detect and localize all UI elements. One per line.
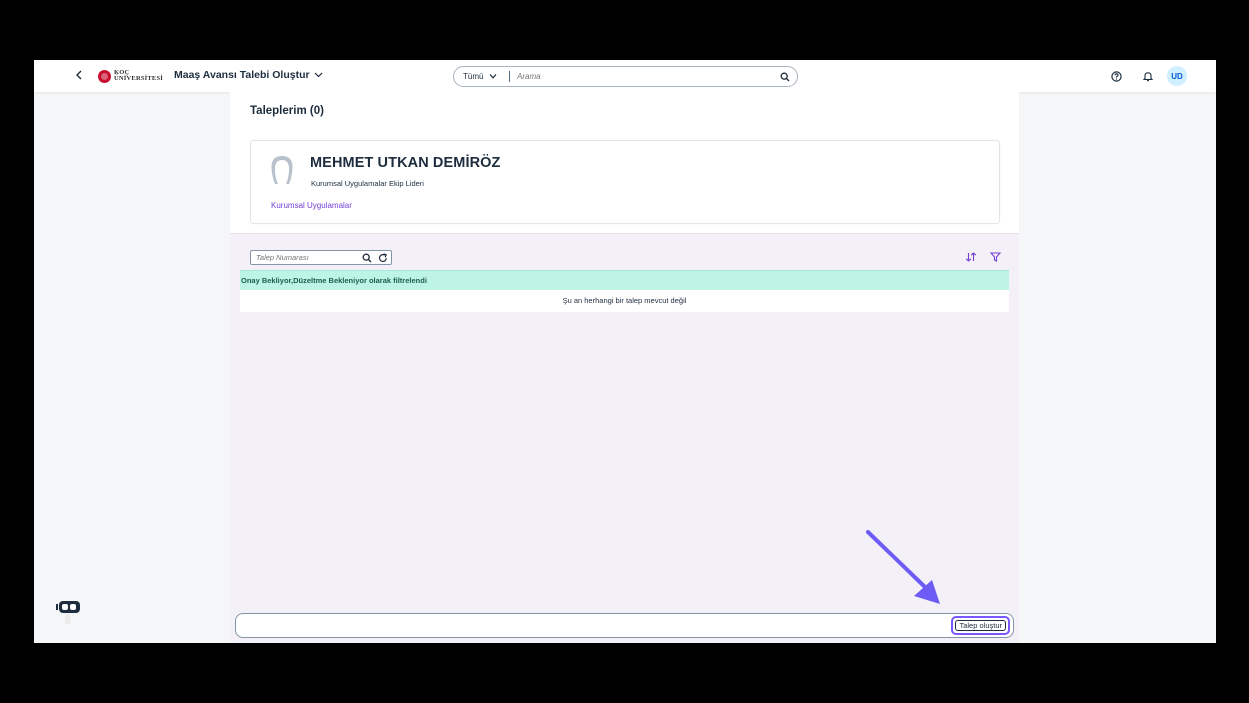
back-button[interactable] [72, 68, 86, 84]
create-request-label: Talep oluştur [955, 620, 1006, 631]
search-icon [362, 253, 372, 262]
app-title: Maaş Avansı Talebi Oluştur [174, 69, 310, 81]
page-header: Taleplerim (0) MEHMET UTKAN DEMİRÖZ Kuru… [230, 92, 1019, 234]
request-number-search [250, 250, 392, 265]
profile-card: MEHMET UTKAN DEMİRÖZ Kurumsal Uygulamala… [250, 140, 1000, 224]
empty-list-message: Şu an herhangi bir talep mevcut değil [240, 290, 1009, 312]
bell-icon [1143, 71, 1153, 81]
help-button[interactable] [1108, 68, 1124, 84]
employee-role: Kurumsal Uygulamalar Ekip Lideri [311, 179, 424, 188]
university-logo[interactable]: KOÇ ÜNİVERSİTESİ [98, 69, 163, 83]
sort-button[interactable] [964, 250, 978, 264]
logo-mark-icon [98, 69, 111, 83]
app-title-menu[interactable]: Maaş Avansı Talebi Oluştur [174, 69, 323, 81]
search-icon [780, 72, 790, 81]
filter-icon [989, 252, 1001, 262]
help-icon [1110, 70, 1122, 82]
filter-info-bar: Onay Bekliyor,Düzeltme Bekleniyor olarak… [240, 270, 1009, 290]
page-content: Taleplerim (0) MEHMET UTKAN DEMİRÖZ Kuru… [230, 92, 1019, 643]
search-scope-select[interactable]: Tümü [454, 72, 509, 81]
footer-toolbar: Talep oluştur [235, 613, 1014, 638]
refresh-icon [378, 252, 387, 262]
search-scope-label: Tümü [463, 72, 484, 81]
page-title: Taleplerim (0) [250, 105, 324, 117]
request-number-input[interactable] [251, 253, 359, 262]
person-placeholder-icon [271, 156, 293, 184]
chevron-left-icon [76, 70, 82, 80]
employee-name: MEHMET UTKAN DEMİRÖZ [310, 155, 501, 171]
chevron-down-icon [490, 74, 497, 79]
global-search: Tümü [453, 66, 798, 87]
request-search-button[interactable] [359, 251, 375, 264]
search-input[interactable] [510, 72, 773, 81]
list-toolbar [240, 250, 1009, 270]
search-button[interactable] [773, 67, 797, 86]
sort-icon [965, 252, 977, 262]
refresh-button[interactable] [375, 251, 391, 264]
chevron-down-icon [314, 72, 323, 78]
department-link[interactable]: Kurumsal Uygulamalar [271, 201, 352, 210]
filter-info-text: Onay Bekliyor,Düzeltme Bekleniyor olarak… [241, 276, 427, 285]
user-avatar[interactable]: UD [1167, 66, 1187, 86]
app-window: KOÇ ÜNİVERSİTESİ Maaş Avansı Talebi Oluş… [34, 60, 1216, 643]
shell-bar: KOÇ ÜNİVERSİTESİ Maaş Avansı Talebi Oluş… [34, 60, 1216, 92]
filter-button[interactable] [988, 250, 1002, 264]
logo-line-2: ÜNİVERSİTESİ [114, 75, 164, 82]
assistant-indicator [65, 614, 70, 624]
assistant-bot-icon[interactable] [56, 600, 82, 614]
notifications-button[interactable] [1140, 68, 1156, 84]
create-request-button[interactable]: Talep oluştur [951, 616, 1010, 635]
